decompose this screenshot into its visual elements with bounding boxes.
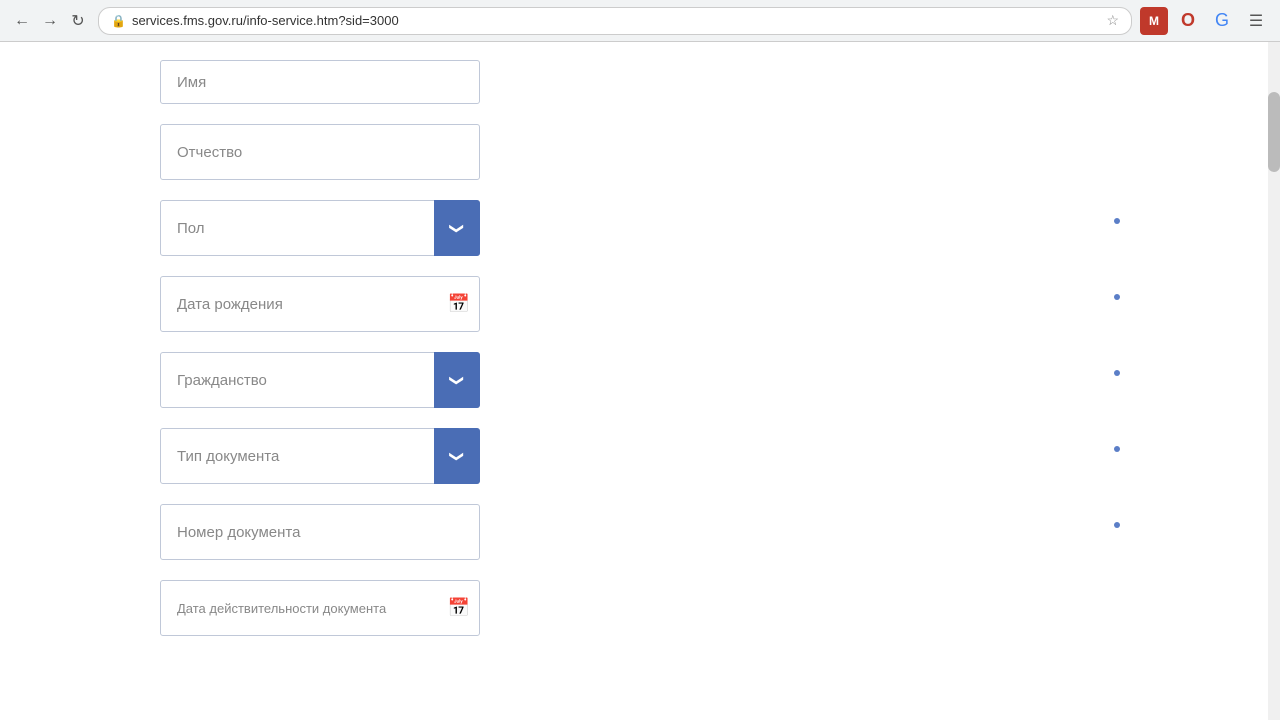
- translate-button[interactable]: G: [1208, 7, 1236, 35]
- data-deystvitelnosti-wrapper: 📅: [160, 580, 480, 636]
- grazhdanstvo-select[interactable]: Гражданство Россия: [160, 352, 480, 408]
- back-button[interactable]: ←: [10, 9, 34, 33]
- pol-select[interactable]: Пол Мужской Женский: [160, 200, 480, 256]
- pol-required-indicator: [1114, 218, 1120, 224]
- nomer-dokumenta-input[interactable]: [160, 504, 480, 560]
- scrollbar-thumb[interactable]: [1268, 92, 1280, 172]
- form-group-tip-dokumenta: Тип документа Паспорт: [160, 428, 1108, 484]
- imya-input[interactable]: [160, 60, 480, 104]
- browser-chrome: ← → ↻ 🔒 services.fms.gov.ru/info-service…: [0, 0, 1280, 42]
- grazhdanstvo-required-indicator: [1114, 370, 1120, 376]
- bookmark-icon[interactable]: ☆: [1106, 12, 1119, 29]
- data-rozhdeniya-input[interactable]: [160, 276, 480, 332]
- tip-dokumenta-select[interactable]: Тип документа Паспорт: [160, 428, 480, 484]
- lock-icon: 🔒: [111, 14, 126, 28]
- reload-button[interactable]: ↻: [66, 9, 90, 33]
- form-group-nomer-dokumenta: [160, 504, 1108, 560]
- form-group-grazhdanstvo: Гражданство Россия: [160, 352, 1108, 408]
- nomer-dokumenta-wrapper: [160, 504, 480, 560]
- browser-actions: M O G ☰: [1140, 7, 1270, 35]
- grazhdanstvo-wrapper: Гражданство Россия: [160, 352, 480, 408]
- nomer-dokumenta-required-indicator: [1114, 522, 1120, 528]
- form-group-data-deystvitelnosti: 📅: [160, 580, 1108, 636]
- data-deystvitelnosti-input[interactable]: [160, 580, 480, 636]
- pol-wrapper: Пол Мужской Женский: [160, 200, 480, 256]
- otchestvo-input[interactable]: [160, 124, 480, 180]
- forward-button[interactable]: →: [38, 9, 62, 33]
- form-group-otchestvo: [160, 124, 1108, 180]
- nav-buttons: ← → ↻: [10, 9, 90, 33]
- tip-dokumenta-required-indicator: [1114, 446, 1120, 452]
- opera-button[interactable]: O: [1174, 7, 1202, 35]
- form-area: Пол Мужской Женский 📅: [0, 42, 1268, 646]
- form-group-data-rozhdeniya: 📅: [160, 276, 1108, 332]
- data-rozhdeniya-required-indicator: [1114, 294, 1120, 300]
- otchestvo-wrapper: [160, 124, 480, 180]
- form-group-imya: [160, 60, 1108, 104]
- tip-dokumenta-wrapper: Тип документа Паспорт: [160, 428, 480, 484]
- address-bar[interactable]: 🔒 services.fms.gov.ru/info-service.htm?s…: [98, 7, 1132, 35]
- menu-button[interactable]: ☰: [1242, 7, 1270, 35]
- extensions-button[interactable]: M: [1140, 7, 1168, 35]
- main-content: Пол Мужской Женский 📅: [0, 42, 1268, 720]
- page-content: Пол Мужской Женский 📅: [0, 42, 1280, 720]
- imya-wrapper: [160, 60, 480, 104]
- form-group-pol: Пол Мужской Женский: [160, 200, 1108, 256]
- url-text: services.fms.gov.ru/info-service.htm?sid…: [132, 13, 1100, 28]
- scrollbar-track: [1268, 42, 1280, 720]
- data-rozhdeniya-wrapper: 📅: [160, 276, 480, 332]
